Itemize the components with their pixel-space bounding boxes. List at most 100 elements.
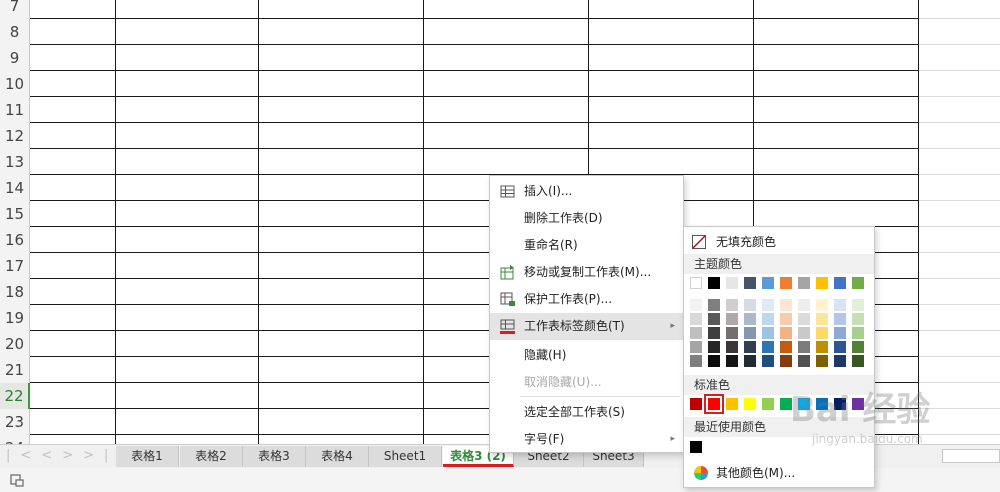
first-sheet-icon[interactable]: |< [6,448,41,463]
menu-item-protect-sheet[interactable]: 保护工作表(P)... [490,286,683,313]
row-header[interactable]: 12 [0,123,30,149]
theme-shade-swatch[interactable] [798,299,810,311]
theme-shade-swatch[interactable] [744,327,756,339]
horizontal-scrollbar[interactable] [942,449,1000,463]
theme-shade-swatch[interactable] [852,299,864,311]
menu-item-insert[interactable]: 插入(I)... [490,178,683,205]
standard-color-swatch[interactable] [762,398,774,410]
theme-shade-swatch[interactable] [744,355,756,367]
theme-shade-swatch[interactable] [780,299,792,311]
row-header[interactable]: 13 [0,149,30,175]
row-header[interactable]: 9 [0,45,30,71]
theme-shade-swatch[interactable] [780,355,792,367]
sheet-tab[interactable]: 表格4 [306,446,369,467]
theme-shade-swatch[interactable] [726,341,738,353]
theme-shade-swatch[interactable] [852,341,864,353]
theme-color-swatch[interactable] [762,277,774,289]
theme-shade-swatch[interactable] [834,327,846,339]
theme-shade-swatch[interactable] [690,341,702,353]
menu-item-delete-sheet[interactable]: 删除工作表(D) [490,205,683,232]
theme-shade-swatch[interactable] [852,313,864,325]
theme-shade-swatch[interactable] [708,299,720,311]
row-header[interactable]: 16 [0,227,30,253]
sheet-tab[interactable]: 表格1 [116,446,179,467]
prev-sheet-icon[interactable]: < [41,448,62,463]
sheet-tab[interactable]: Sheet1 [369,446,442,467]
theme-color-swatch[interactable] [816,277,828,289]
menu-item-tab-color[interactable]: 工作表标签颜色(T) ▸ [490,313,683,340]
theme-shade-swatch[interactable] [798,313,810,325]
row-header[interactable]: 8 [0,19,30,45]
sheet-tab[interactable]: 表格2 [180,446,243,467]
theme-shade-swatch[interactable] [816,327,828,339]
theme-shade-swatch[interactable] [780,327,792,339]
menu-item-font-size[interactable]: 字号(F) ▸ [490,426,683,453]
theme-shade-swatch[interactable] [726,327,738,339]
theme-shade-swatch[interactable] [726,299,738,311]
theme-shade-swatch[interactable] [852,355,864,367]
theme-shade-swatch[interactable] [780,341,792,353]
theme-shade-swatch[interactable] [744,299,756,311]
row-header[interactable]: 21 [0,357,30,383]
theme-shade-swatch[interactable] [834,299,846,311]
tab-navigation-arrows[interactable]: |<<>>| [6,448,118,463]
theme-color-swatch[interactable] [798,277,810,289]
theme-color-swatch[interactable] [852,277,864,289]
theme-shade-swatch[interactable] [708,327,720,339]
theme-shade-swatch[interactable] [762,327,774,339]
theme-shade-swatch[interactable] [762,341,774,353]
row-header[interactable]: 20 [0,331,30,357]
theme-shade-swatch[interactable] [834,355,846,367]
theme-shade-swatch[interactable] [762,313,774,325]
theme-color-swatch[interactable] [834,277,846,289]
standard-color-swatch[interactable] [798,398,810,410]
theme-shade-swatch[interactable] [780,313,792,325]
row-header[interactable]: 11 [0,97,30,123]
theme-shade-swatch[interactable] [744,313,756,325]
row-header[interactable]: 18 [0,279,30,305]
theme-shade-swatch[interactable] [726,313,738,325]
recent-color-swatch[interactable] [690,441,702,453]
row-header[interactable]: 23 [0,409,30,435]
menu-item-select-all-sheets[interactable]: 选定全部工作表(S) [490,399,683,426]
next-sheet-icon[interactable]: > [62,448,83,463]
theme-color-swatch[interactable] [744,277,756,289]
theme-color-swatch[interactable] [780,277,792,289]
theme-color-swatch[interactable] [726,277,738,289]
standard-color-swatch[interactable] [704,394,724,414]
theme-shade-swatch[interactable] [834,313,846,325]
theme-color-swatch[interactable] [690,277,702,289]
last-sheet-icon[interactable]: >| [83,448,118,463]
theme-shade-swatch[interactable] [708,355,720,367]
no-fill-color-option[interactable]: 无填充颜色 [684,229,874,255]
theme-shade-swatch[interactable] [690,355,702,367]
menu-item-hide[interactable]: 隐藏(H) [490,342,683,369]
theme-shade-swatch[interactable] [816,299,828,311]
theme-shade-swatch[interactable] [690,327,702,339]
more-colors-option[interactable]: 其他颜色(M)... [684,460,874,486]
theme-shade-swatch[interactable] [708,341,720,353]
row-header[interactable]: 17 [0,253,30,279]
sheet-tab[interactable]: 表格3 [243,446,306,467]
macro-record-icon[interactable] [10,473,24,487]
standard-color-swatch[interactable] [834,398,846,410]
standard-color-swatch[interactable] [690,398,702,410]
theme-shade-swatch[interactable] [798,355,810,367]
menu-item-move-copy-sheet[interactable]: 移动或复制工作表(M)... [490,259,683,286]
theme-shade-swatch[interactable] [690,299,702,311]
row-header[interactable]: 10 [0,71,30,97]
standard-color-swatch[interactable] [780,398,792,410]
theme-shade-swatch[interactable] [726,355,738,367]
row-header[interactable]: 19 [0,305,30,331]
theme-shade-swatch[interactable] [816,313,828,325]
row-header[interactable]: 22 [0,383,30,409]
theme-shade-swatch[interactable] [834,341,846,353]
menu-item-rename[interactable]: 重命名(R) [490,232,683,259]
theme-shade-swatch[interactable] [762,355,774,367]
standard-color-swatch[interactable] [816,398,828,410]
theme-shade-swatch[interactable] [816,355,828,367]
theme-shade-swatch[interactable] [744,341,756,353]
row-header[interactable]: 24 [0,435,30,444]
theme-shade-swatch[interactable] [690,313,702,325]
standard-color-swatch[interactable] [744,398,756,410]
